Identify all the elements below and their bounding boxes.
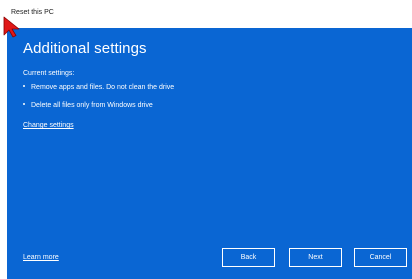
next-button[interactable]: Next [289, 248, 342, 267]
cancel-button[interactable]: Cancel [354, 248, 407, 267]
bullet-icon [23, 103, 25, 106]
current-settings-label: Current settings: [23, 70, 75, 77]
back-button[interactable]: Back [222, 248, 275, 267]
setting-item-remove-apps: Remove apps and files. Do not clean the … [23, 84, 174, 102]
arrow-cursor-icon [3, 16, 20, 38]
learn-more-link[interactable]: Learn more [23, 254, 59, 261]
change-settings-link[interactable]: Change settings [23, 122, 74, 129]
window-title: Reset this PC [11, 9, 54, 16]
page-heading: Additional settings [23, 40, 147, 57]
bullet-icon [23, 85, 25, 88]
reset-pc-window: Reset this PC Additional settings Curren… [0, 0, 412, 279]
setting-text: Remove apps and files. Do not clean the … [31, 84, 175, 91]
settings-list: Remove apps and files. Do not clean the … [23, 84, 174, 120]
setting-item-delete-files: Delete all files only from Windows drive [23, 102, 174, 120]
settings-panel: Additional settings Current settings: Re… [7, 28, 412, 279]
title-bar: Reset this PC [0, 0, 412, 28]
setting-text: Delete all files only from Windows drive [31, 102, 153, 109]
